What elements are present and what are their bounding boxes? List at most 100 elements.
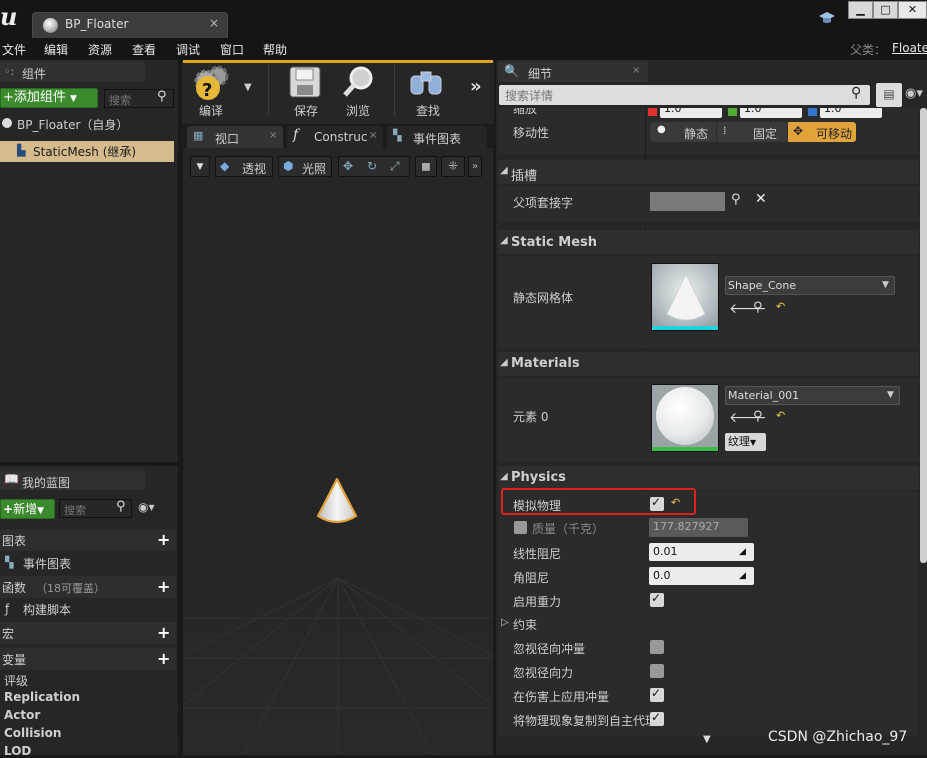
close-tab-icon[interactable]: × — [369, 130, 377, 141]
eye-icon[interactable]: ◉▾ — [138, 500, 155, 514]
menu-asset[interactable]: 资源 — [88, 41, 112, 58]
add-component-button[interactable]: +添加组件 ▼ — [0, 88, 98, 108]
scale-z-field[interactable]: 1.0 — [820, 108, 882, 118]
add-function-icon[interactable]: + — [157, 577, 170, 596]
static-mesh-dropdown[interactable]: Shape_Cone ▼ — [725, 276, 895, 295]
close-tab-icon[interactable]: × — [632, 65, 640, 76]
menu-file[interactable]: 文件 — [2, 41, 26, 58]
translate-icon[interactable]: ✥ — [343, 159, 353, 173]
texture-button[interactable]: 纹理▼ — [725, 433, 766, 451]
new-button[interactable]: +新增▼ — [0, 499, 55, 519]
apply-impulse-on-damage-checkbox[interactable] — [650, 686, 664, 702]
x-axis-badge — [648, 108, 657, 116]
advanced-expand-icon[interactable]: ▼ — [703, 734, 711, 745]
browse-asset-icon[interactable]: ⚲ — [753, 300, 763, 315]
close-tab-icon[interactable]: × — [269, 130, 277, 141]
components-tab[interactable]: ◦: 组件 — [0, 60, 145, 82]
variable-category-item[interactable]: LOD — [4, 744, 31, 758]
viewport-icon: ▦ — [193, 129, 204, 142]
angular-damping-field[interactable]: 0.0 ◢ — [649, 567, 754, 585]
variable-category-item[interactable]: Collision — [4, 726, 61, 740]
details-tab[interactable]: 🔍 细节 × — [498, 60, 648, 82]
material-dropdown[interactable]: Material_001 ▼ — [725, 386, 900, 405]
add-variable-icon[interactable]: + — [157, 649, 170, 668]
grid-snap-icon[interactable]: ⁜ — [441, 156, 465, 177]
expand-arrow-icon[interactable]: ▷ — [501, 617, 509, 628]
cone-mesh[interactable] — [314, 476, 360, 526]
thumbnail-type-bar — [652, 447, 718, 451]
details-search-input[interactable]: 搜索详情 — [499, 85, 870, 105]
minimize-button[interactable]: ▁ — [848, 1, 873, 19]
menu-edit[interactable]: 编辑 — [44, 41, 68, 58]
tab-event-graph[interactable]: ▚ 事件图表 — [387, 126, 487, 148]
perspective-button[interactable]: ◆ 透视 — [215, 156, 273, 177]
variable-category-item[interactable]: Actor — [4, 708, 40, 722]
add-macro-icon[interactable]: + — [157, 623, 170, 642]
scale-icon[interactable]: ⤢ — [390, 159, 400, 174]
find-button[interactable]: 查找 — [404, 62, 452, 118]
material-thumbnail[interactable] — [651, 384, 719, 452]
mobility-stationary-option[interactable]: ⁞ 固定 — [717, 122, 787, 142]
close-window-button[interactable]: ✕ — [898, 1, 927, 19]
maximize-button[interactable]: □ — [873, 1, 898, 19]
sockets-section[interactable] — [498, 160, 919, 184]
resize-handle-icon: ◢ — [739, 547, 746, 557]
mass-override-checkbox[interactable] — [514, 521, 527, 534]
close-tab-icon[interactable]: × — [209, 16, 219, 30]
clear-icon[interactable]: ✕ — [755, 191, 767, 207]
y-axis-badge — [728, 108, 737, 116]
ignore-radial-impulse-checkbox[interactable] — [650, 640, 664, 654]
my-blueprint-tab[interactable]: 📖 我的蓝图 — [0, 468, 145, 490]
scale-x-field[interactable]: 1.0 — [660, 108, 722, 118]
add-graph-icon[interactable]: + — [157, 530, 170, 549]
linear-damping-field[interactable]: 0.01 ◢ — [649, 543, 754, 561]
mobility-movable-option[interactable]: ✥ 可移动 — [788, 122, 856, 142]
variable-category-item[interactable]: 评级 — [4, 672, 28, 689]
surface-snap-icon[interactable]: ◼ — [415, 156, 437, 177]
compile-button[interactable]: ? ▼ 编译 — [190, 62, 256, 118]
replicate-physics-checkbox[interactable] — [650, 710, 664, 726]
document-tab[interactable]: BP_Floater × — [32, 12, 228, 38]
browse-asset-icon[interactable]: ⚲ — [753, 409, 763, 424]
property-matrix-icon[interactable]: ▤ — [876, 83, 902, 107]
eye-icon[interactable]: ◉▾ — [905, 86, 923, 101]
mass-field[interactable]: 177.827927 — [649, 518, 748, 537]
macros-category[interactable] — [0, 622, 176, 644]
browse-socket-icon[interactable]: ⚲ — [731, 192, 741, 207]
browse-button[interactable]: 浏览 — [336, 62, 384, 118]
details-scrollbar[interactable] — [920, 108, 927, 563]
learn-cap-icon[interactable] — [818, 10, 836, 26]
reset-to-default-icon[interactable]: ↶ — [776, 409, 785, 422]
mobility-static-option[interactable]: ● 静态 — [650, 122, 716, 142]
enable-gravity-checkbox[interactable] — [650, 591, 664, 607]
compile-options-arrow-icon[interactable]: ▼ — [244, 82, 252, 93]
component-child-item[interactable]: StaticMesh (继承) — [33, 143, 136, 160]
menu-window[interactable]: 窗口 — [220, 41, 244, 58]
graphs-category[interactable] — [0, 529, 176, 551]
tab-viewport[interactable]: ▦ 视口 × — [187, 126, 283, 148]
parent-class-link[interactable]: Floate — [892, 41, 927, 55]
scale-y-field[interactable]: 1.0 — [740, 108, 802, 118]
reset-to-default-icon[interactable]: ↶ — [776, 300, 785, 313]
event-graph-item[interactable]: 事件图表 — [23, 555, 71, 572]
static-mesh-thumbnail[interactable] — [651, 263, 719, 331]
rotate-icon[interactable]: ↻ — [367, 159, 377, 173]
watermark: CSDN @Zhichao_97 — [768, 729, 908, 745]
menu-debug[interactable]: 调试 — [176, 41, 200, 58]
toolbar-expand-icon[interactable]: » — [470, 76, 482, 97]
parent-socket-field[interactable] — [650, 192, 725, 211]
lit-button[interactable]: ⬢ 光照 — [278, 156, 332, 177]
save-button[interactable]: 保存 — [282, 62, 330, 118]
constraints-label[interactable]: 约束 — [513, 616, 537, 633]
tab-construction[interactable]: f Construc × — [287, 126, 383, 148]
variable-category-item[interactable]: Replication — [4, 690, 80, 704]
viewport-expand-icon[interactable]: » — [468, 156, 482, 177]
menu-view[interactable]: 查看 — [132, 41, 156, 58]
viewport-options-button[interactable]: ▼ — [190, 156, 210, 177]
variables-category[interactable] — [0, 648, 176, 670]
construction-script-item[interactable]: 构建脚本 — [23, 601, 71, 618]
menu-help[interactable]: 帮助 — [263, 41, 287, 58]
ignore-radial-force-checkbox[interactable] — [650, 664, 664, 678]
dropdown-arrow-icon: ▼ — [37, 506, 44, 516]
component-root-item[interactable]: BP_Floater（自身） — [17, 116, 128, 133]
